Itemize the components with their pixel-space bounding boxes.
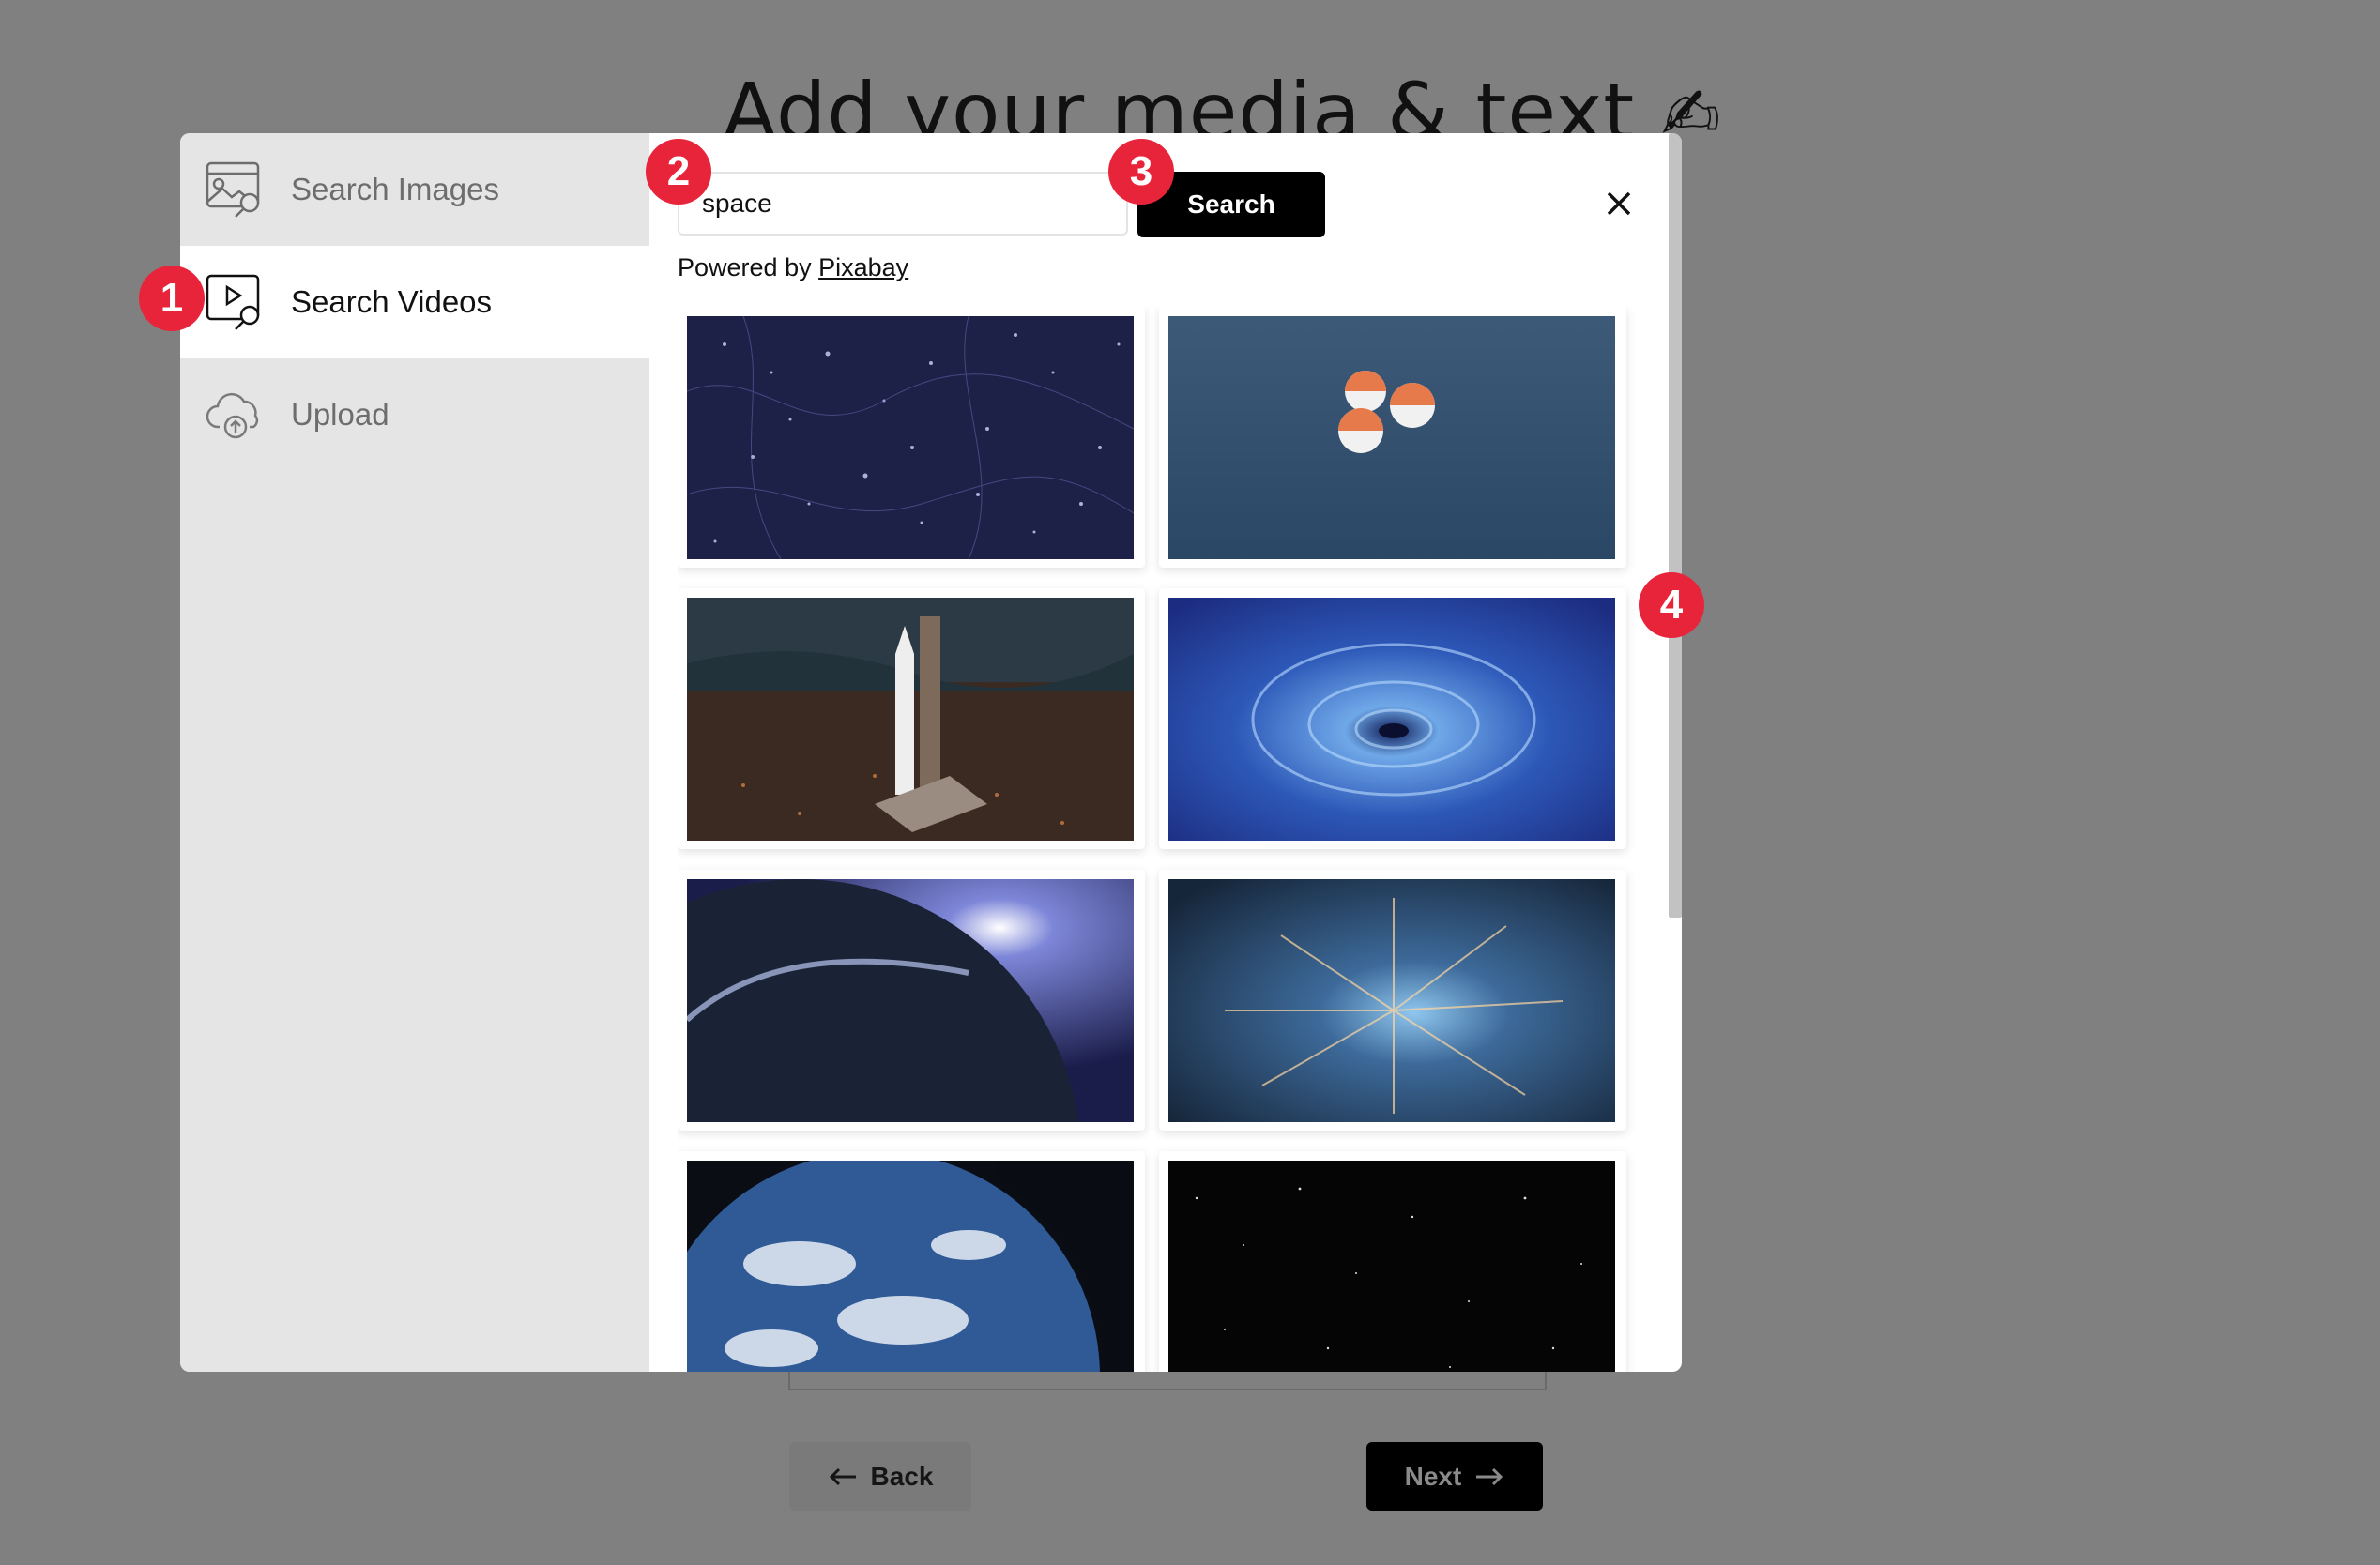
starfield-thumbnail: [1168, 1161, 1615, 1372]
search-input[interactable]: [678, 172, 1128, 236]
annotation-badge-4: 4: [1639, 572, 1704, 638]
warp-speed-stars-thumbnail: [1168, 879, 1615, 1122]
sidebar-item-upload[interactable]: Upload: [180, 358, 649, 471]
close-icon: [1607, 191, 1631, 216]
scrollbar-thumb[interactable]: [1669, 133, 1682, 918]
annotation-badge-1: 1: [139, 266, 205, 331]
back-button[interactable]: Back: [789, 1442, 971, 1511]
next-button[interactable]: Next: [1366, 1442, 1543, 1511]
rocket-launch-pad-night-thumbnail: [687, 598, 1134, 841]
blue-wormhole-thumbnail: [1168, 598, 1615, 841]
cloud-upload-icon: [205, 384, 267, 446]
video-search-icon: [205, 271, 267, 333]
close-button[interactable]: [1595, 180, 1642, 227]
galaxy-network-thumbnail: [687, 316, 1134, 559]
video-thumbnail[interactable]: [678, 870, 1145, 1131]
earth-clouds-thumbnail: [687, 1161, 1134, 1372]
video-thumbnail[interactable]: [1159, 588, 1626, 849]
arrow-left-icon: [829, 1467, 856, 1485]
sidebar-item-search-videos[interactable]: Search Videos: [180, 246, 649, 358]
video-thumbnail[interactable]: [678, 588, 1145, 849]
pixabay-link[interactable]: Pixabay: [818, 253, 908, 281]
earth-sunrise-thumbnail: [687, 879, 1134, 1122]
annotation-badge-2: 2: [646, 139, 711, 205]
annotation-badge-3: 3: [1108, 139, 1174, 205]
arrow-right-icon: [1476, 1467, 1503, 1485]
sidebar-item-search-images[interactable]: Search Images: [180, 133, 649, 246]
video-thumbnail[interactable]: [678, 1151, 1145, 1372]
video-thumbnail[interactable]: [1159, 870, 1626, 1131]
video-thumbnail[interactable]: [1159, 307, 1626, 568]
modal-content: Search Powered by Pixabay: [649, 133, 1682, 1372]
video-thumbnail[interactable]: [1159, 1151, 1626, 1372]
video-results-grid: [678, 307, 1635, 1372]
media-search-modal: Search Images Search Videos Upload space…: [180, 133, 1682, 1372]
image-search-icon: [205, 159, 267, 220]
modal-sidebar: Search Images Search Videos Upload: [180, 133, 649, 1372]
pixabay-attribution: Powered by Pixabay: [678, 253, 909, 281]
video-thumbnail[interactable]: [678, 307, 1145, 568]
parachutes-over-ocean-thumbnail: [1168, 316, 1615, 559]
